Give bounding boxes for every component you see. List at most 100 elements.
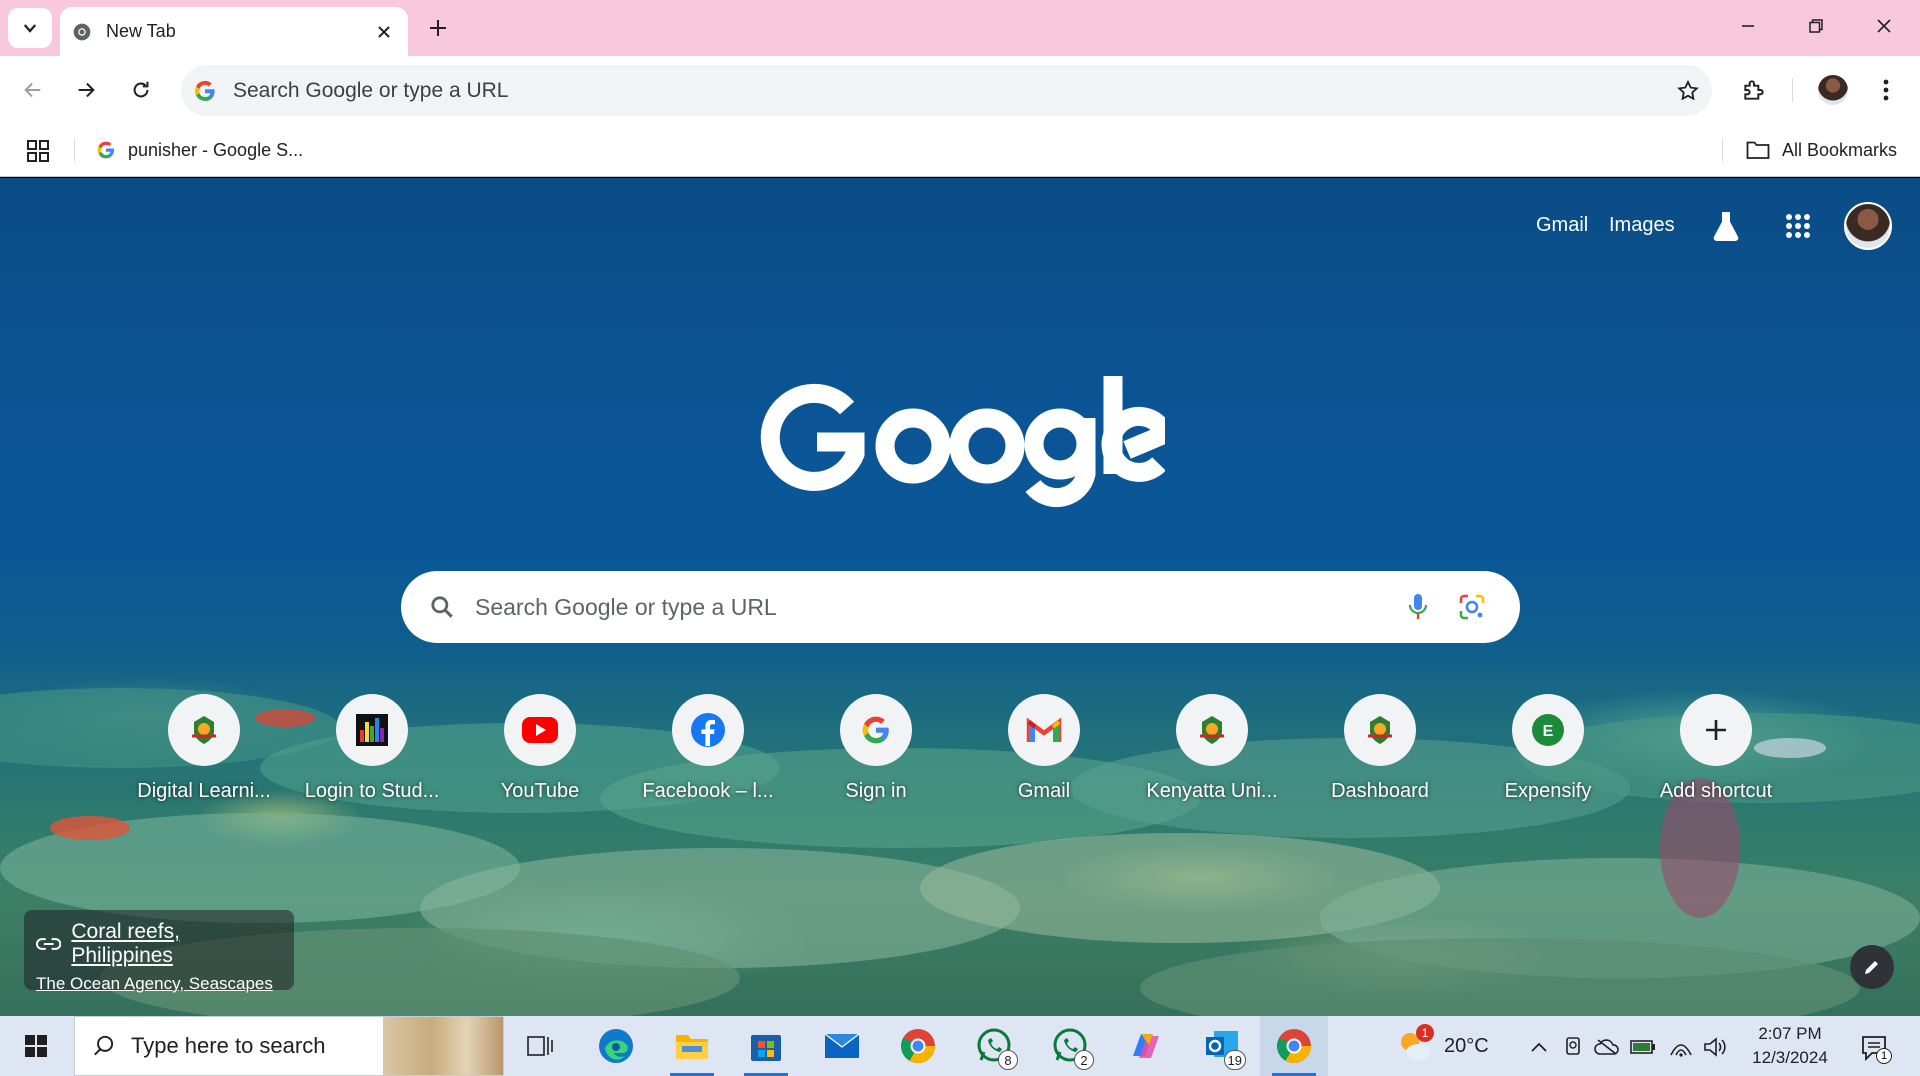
search-icon [431, 596, 453, 618]
temperature-label: 20°C [1444, 1034, 1489, 1057]
edge-button[interactable] [584, 1016, 648, 1076]
chrome-active-button[interactable] [1260, 1016, 1328, 1076]
taskbar-search-placeholder: Type here to search [131, 1033, 326, 1058]
attribution-credit[interactable]: The Ocean Agency, Seascapes [36, 974, 282, 994]
google-g-icon [97, 141, 114, 159]
omnibox[interactable]: Search Google or type a URL [181, 65, 1712, 116]
search-placeholder: Search Google or type a URL [475, 593, 777, 620]
microsoft-store-icon [751, 1035, 781, 1061]
reload-button[interactable] [121, 70, 161, 110]
tab-close-button[interactable] [372, 20, 396, 44]
apps-grid-icon [1786, 214, 1810, 238]
copilot-button[interactable] [1114, 1016, 1178, 1076]
shortcuts-grid: Digital Learni... Login to Stud... YouTu… [120, 690, 1800, 810]
gmail-link[interactable]: Gmail [1536, 214, 1588, 237]
back-button[interactable] [13, 70, 53, 110]
clock-date: 12/3/2024 [1752, 1048, 1828, 1067]
shortcut-tile[interactable]: Sign in [792, 690, 960, 810]
images-link[interactable]: Images [1609, 214, 1675, 237]
bookmark-item[interactable]: punisher - Google S... [96, 134, 303, 166]
image-search-button[interactable] [1452, 587, 1492, 627]
onedrive-button[interactable] [1594, 1034, 1620, 1060]
new-tab-page: Gmail Images Search Google or type a URL [0, 178, 1920, 1016]
tab-search-button[interactable] [8, 8, 52, 48]
kenyatta-crest-icon [1368, 716, 1392, 744]
background-attribution[interactable]: Coral reefs, Philippines The Ocean Agenc… [24, 910, 294, 993]
forward-button[interactable] [66, 70, 106, 110]
search-box[interactable]: Search Google or type a URL [401, 571, 1520, 643]
shortcut-label: Kenyatta Uni... [1146, 780, 1278, 802]
close-icon [1877, 19, 1891, 33]
shortcut-label: Dashboard [1331, 780, 1429, 802]
shortcut-tile[interactable]: Facebook – l... [624, 690, 792, 810]
shortcut-icon [1008, 694, 1080, 766]
new-tab-button[interactable] [420, 10, 456, 46]
task-view-icon [527, 1036, 553, 1056]
show-hidden-icons-button[interactable] [1526, 1034, 1552, 1060]
whatsapp-business-button[interactable]: 2 [1038, 1016, 1102, 1076]
speaker-icon [1704, 1037, 1726, 1057]
shortcut-icon [336, 694, 408, 766]
mail-button[interactable] [810, 1016, 874, 1076]
wifi-icon [1670, 1044, 1692, 1057]
task-view-button[interactable] [508, 1016, 572, 1076]
chrome-button[interactable] [886, 1016, 950, 1076]
chrome-icon [1277, 1029, 1311, 1063]
shortcut-tile[interactable]: YouTube [456, 690, 624, 810]
labs-button[interactable] [1706, 206, 1746, 246]
shortcut-tile[interactable]: Digital Learni... [120, 690, 288, 810]
shortcut-tile[interactable]: Kenyatta Uni... [1128, 690, 1296, 810]
shortcut-label: Expensify [1504, 780, 1592, 802]
weather-widget[interactable]: 1 20°C [1396, 1024, 1489, 1066]
network-indicator[interactable] [1668, 1034, 1694, 1060]
outlook-button[interactable]: 19 [1190, 1016, 1254, 1076]
shortcut-tile[interactable]: Dashboard [1296, 690, 1464, 810]
shortcut-tile[interactable]: Gmail [960, 690, 1128, 810]
toolbar: Search Google or type a URL [0, 56, 1920, 124]
kenyatta-crest-icon [1200, 716, 1224, 744]
volume-button[interactable] [1702, 1034, 1728, 1060]
svg-text:E: E [1543, 723, 1554, 740]
bookmarks-divider [74, 138, 75, 162]
menu-button[interactable] [1866, 70, 1906, 110]
all-bookmarks-button[interactable]: All Bookmarks [1746, 134, 1897, 166]
notification-center-button[interactable]: 1 [1856, 1030, 1892, 1066]
chevron-down-icon [23, 24, 37, 33]
system-clock[interactable]: 2:07 PM 12/3/2024 [1740, 1022, 1840, 1070]
cloud-offline-icon [1594, 1039, 1619, 1055]
weather-alert-badge: 1 [1416, 1024, 1434, 1042]
shortcut-icon: E [1512, 694, 1584, 766]
extensions-button[interactable] [1734, 70, 1774, 110]
restore-button[interactable] [1792, 8, 1840, 44]
shortcut-tile[interactable]: Login to Stud... [288, 690, 456, 810]
customize-button[interactable] [1850, 945, 1894, 989]
minimize-button[interactable] [1724, 8, 1772, 44]
google-apps-button[interactable] [1778, 206, 1818, 246]
attribution-title[interactable]: Coral reefs, Philippines [71, 920, 282, 968]
voice-search-button[interactable] [1398, 587, 1438, 627]
shortcut-icon [1176, 694, 1248, 766]
mail-icon [824, 1033, 860, 1058]
pencil-icon [1865, 961, 1878, 974]
shortcut-icon [1680, 694, 1752, 766]
start-button[interactable] [14, 1026, 58, 1066]
whatsapp-button[interactable]: 8 [962, 1016, 1026, 1076]
profile-button[interactable] [1813, 70, 1853, 110]
active-tab[interactable]: New Tab [60, 7, 408, 56]
battery-indicator[interactable] [1630, 1034, 1656, 1060]
apps-grid-icon [27, 140, 49, 162]
shortcut-label: Sign in [845, 780, 907, 802]
star-icon[interactable] [1676, 79, 1700, 103]
shortcut-label: Gmail [1017, 780, 1071, 802]
apps-shortcut-button[interactable] [20, 136, 56, 166]
add-shortcut-tile[interactable]: Add shortcut [1632, 690, 1800, 810]
taskbar-search-box[interactable]: Type here to search [74, 1016, 504, 1076]
shortcut-icon [672, 694, 744, 766]
shortcut-tile[interactable]: E Expensify [1464, 690, 1632, 810]
file-explorer-button[interactable] [660, 1016, 724, 1076]
store-button[interactable] [734, 1016, 798, 1076]
shortcut-icon [504, 694, 576, 766]
close-window-button[interactable] [1860, 8, 1908, 44]
account-avatar[interactable] [1844, 202, 1892, 250]
meet-now-button[interactable] [1560, 1034, 1586, 1060]
